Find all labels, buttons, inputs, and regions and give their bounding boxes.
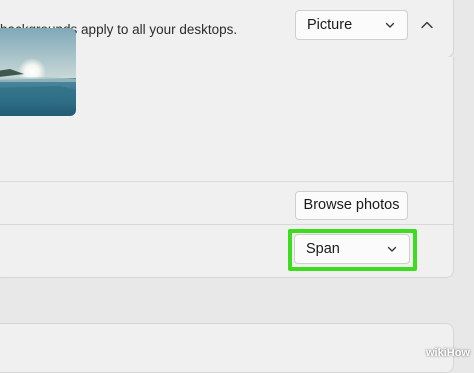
fit-select-highlight bbox=[288, 229, 417, 271]
chevron-up-icon[interactable] bbox=[418, 16, 436, 34]
background-type-value: Picture bbox=[307, 17, 353, 33]
browse-photos-label: Browse photos bbox=[303, 197, 400, 213]
next-settings-card bbox=[0, 323, 454, 373]
lake-landscape-image bbox=[0, 28, 76, 116]
recent-image-thumbnail[interactable] bbox=[0, 28, 76, 116]
browse-photos-button[interactable]: Browse photos bbox=[295, 191, 408, 220]
background-type-select[interactable]: Picture bbox=[295, 10, 408, 40]
chevron-down-icon bbox=[385, 22, 395, 28]
wikihow-watermark: wikiHow bbox=[425, 347, 470, 359]
section-divider bbox=[0, 181, 453, 182]
